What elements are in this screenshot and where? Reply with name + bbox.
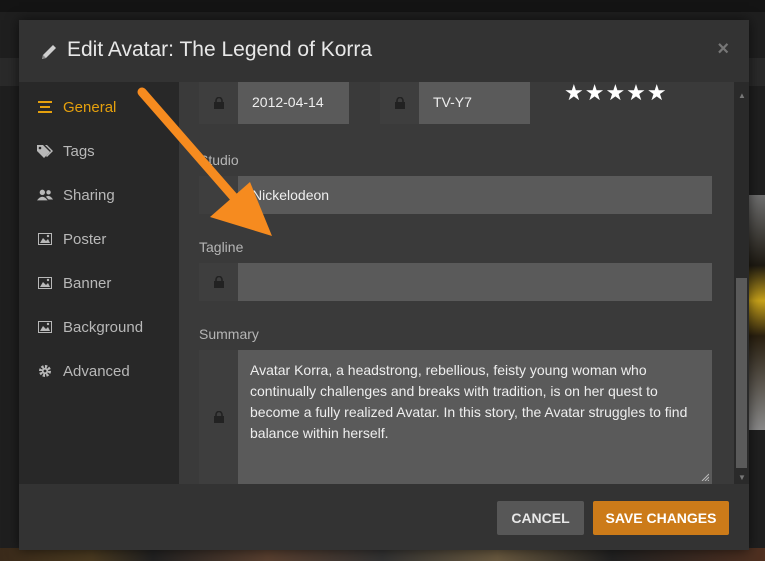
- sidebar-item-label: Sharing: [63, 186, 115, 204]
- image-icon: [37, 231, 53, 247]
- image-icon: [37, 319, 53, 335]
- sidebar-item-label: Poster: [63, 230, 107, 248]
- date-lock[interactable]: [199, 82, 238, 124]
- close-button[interactable]: ×: [717, 38, 729, 61]
- rating-lock[interactable]: [380, 82, 419, 124]
- tagline-input[interactable]: [238, 263, 712, 301]
- lock-icon: [213, 276, 224, 288]
- modal-title: Edit Avatar: The Legend of Korra: [67, 38, 373, 61]
- summary-lock[interactable]: [199, 350, 238, 484]
- studio-lock[interactable]: [199, 176, 238, 214]
- edit-modal: Edit Avatar: The Legend of Korra × Gener…: [19, 20, 749, 550]
- sidebar-item-label: Advanced: [63, 362, 130, 380]
- scroll-up-icon[interactable]: ▲: [738, 91, 746, 100]
- star-rating[interactable]: ★★★★★: [564, 82, 668, 106]
- sidebar-item-tags[interactable]: Tags: [37, 139, 95, 163]
- cancel-button[interactable]: CANCEL: [497, 501, 584, 535]
- summary-textarea[interactable]: Avatar Korra, a headstrong, rebellious, …: [238, 350, 712, 484]
- studio-label: Studio: [199, 152, 239, 168]
- summary-text: Avatar Korra, a headstrong, rebellious, …: [250, 362, 688, 441]
- date-input[interactable]: 2012-04-14: [238, 82, 349, 124]
- scroll-thumb[interactable]: [736, 278, 747, 468]
- content-rating-input[interactable]: TV-Y7: [419, 82, 530, 124]
- tagline-lock[interactable]: [199, 263, 238, 301]
- sidebar-item-advanced[interactable]: Advanced: [37, 359, 130, 383]
- sidebar-item-background[interactable]: Background: [37, 315, 143, 339]
- sidebar-item-banner[interactable]: Banner: [37, 271, 111, 295]
- scroll-down-icon[interactable]: ▼: [738, 473, 746, 482]
- tag-icon: [37, 143, 53, 159]
- background-topbar: [0, 0, 765, 12]
- gear-icon: [37, 363, 53, 379]
- resize-grip-icon[interactable]: [701, 473, 709, 481]
- sidebar-item-label: General: [63, 98, 117, 116]
- image-icon: [37, 275, 53, 291]
- sidebar-item-label: Tags: [63, 142, 95, 160]
- sidebar-item-label: Banner: [63, 274, 112, 292]
- list-icon: [37, 99, 53, 115]
- background-poster: [748, 195, 765, 430]
- modal-header: Edit Avatar: The Legend of Korra ×: [19, 20, 749, 82]
- sidebar-item-sharing[interactable]: Sharing: [37, 183, 115, 207]
- lock-icon: [213, 97, 224, 109]
- pencil-icon: [42, 45, 56, 59]
- content-scrollbar[interactable]: ▲ ▼: [734, 82, 749, 484]
- summary-label: Summary: [199, 326, 259, 342]
- sidebar-item-poster[interactable]: Poster: [37, 227, 106, 251]
- lock-icon: [213, 411, 224, 423]
- users-icon: [37, 187, 53, 203]
- sidebar-item-general[interactable]: General: [37, 95, 116, 119]
- studio-input[interactable]: Nickelodeon: [238, 176, 712, 214]
- tagline-label: Tagline: [199, 239, 244, 255]
- general-form: 2012-04-14 TV-Y7 ★★★★★ Studio Nickelodeo…: [179, 82, 734, 484]
- sidebar: General Tags Sharing Poster Banner Backg…: [19, 82, 179, 484]
- save-changes-button[interactable]: SAVE CHANGES: [593, 501, 729, 535]
- modal-footer: CANCEL SAVE CHANGES: [19, 484, 749, 550]
- lock-icon: [394, 97, 405, 109]
- sidebar-item-label: Background: [63, 318, 144, 336]
